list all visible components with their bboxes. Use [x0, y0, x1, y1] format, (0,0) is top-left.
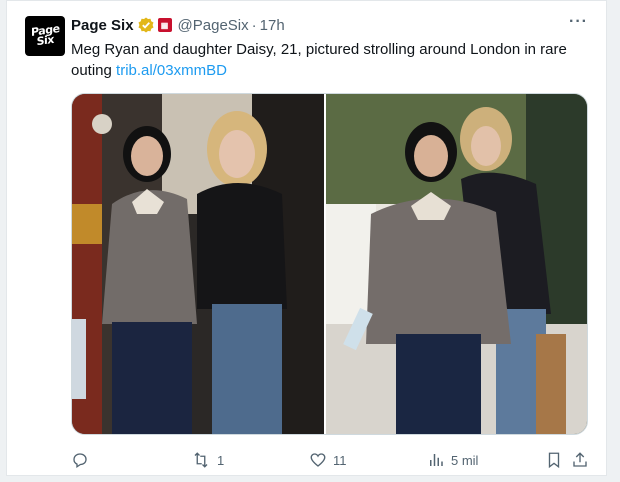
tweet-link[interactable]: trib.al/03xmmBD: [116, 62, 227, 79]
views-button[interactable]: 5 mil: [427, 449, 478, 471]
like-button[interactable]: 11: [309, 449, 347, 471]
bookmark-button[interactable]: [545, 449, 563, 471]
author-handle[interactable]: @PageSix: [178, 17, 249, 34]
avatar[interactable]: Page Six: [25, 16, 65, 56]
media-grid[interactable]: [71, 93, 588, 435]
tweet-header: Page Six ▦ @PageSix · 17h: [71, 15, 285, 35]
views-count: 5 mil: [451, 452, 479, 468]
tweet-text: Meg Ryan and daughter Daisy, 21, picture…: [71, 39, 581, 81]
post-time[interactable]: 17h: [260, 17, 285, 34]
reply-icon: [73, 453, 87, 469]
retweet-icon: [194, 452, 208, 468]
retweet-button[interactable]: 1: [191, 449, 224, 471]
like-count: 11: [333, 452, 347, 468]
share-icon: [573, 452, 587, 467]
separator: ·: [251, 16, 257, 34]
reply-button[interactable]: [71, 449, 95, 471]
photo-right[interactable]: [326, 94, 587, 434]
verified-badge-icon: [138, 17, 154, 33]
share-button[interactable]: [571, 449, 589, 471]
views-icon: [430, 454, 443, 466]
author-name[interactable]: Page Six: [71, 17, 134, 34]
action-bar: 1 11 5 mil: [71, 449, 588, 471]
affiliate-badge-icon[interactable]: ▦: [157, 18, 172, 32]
tweet-card[interactable]: Page Six Page Six ▦ @PageSix · 17h ··· Me…: [6, 0, 607, 476]
photo-left[interactable]: [72, 94, 325, 434]
like-icon: [310, 453, 326, 467]
more-icon[interactable]: ···: [569, 13, 588, 31]
retweet-count: 1: [217, 452, 225, 468]
bookmark-icon: [548, 452, 560, 469]
